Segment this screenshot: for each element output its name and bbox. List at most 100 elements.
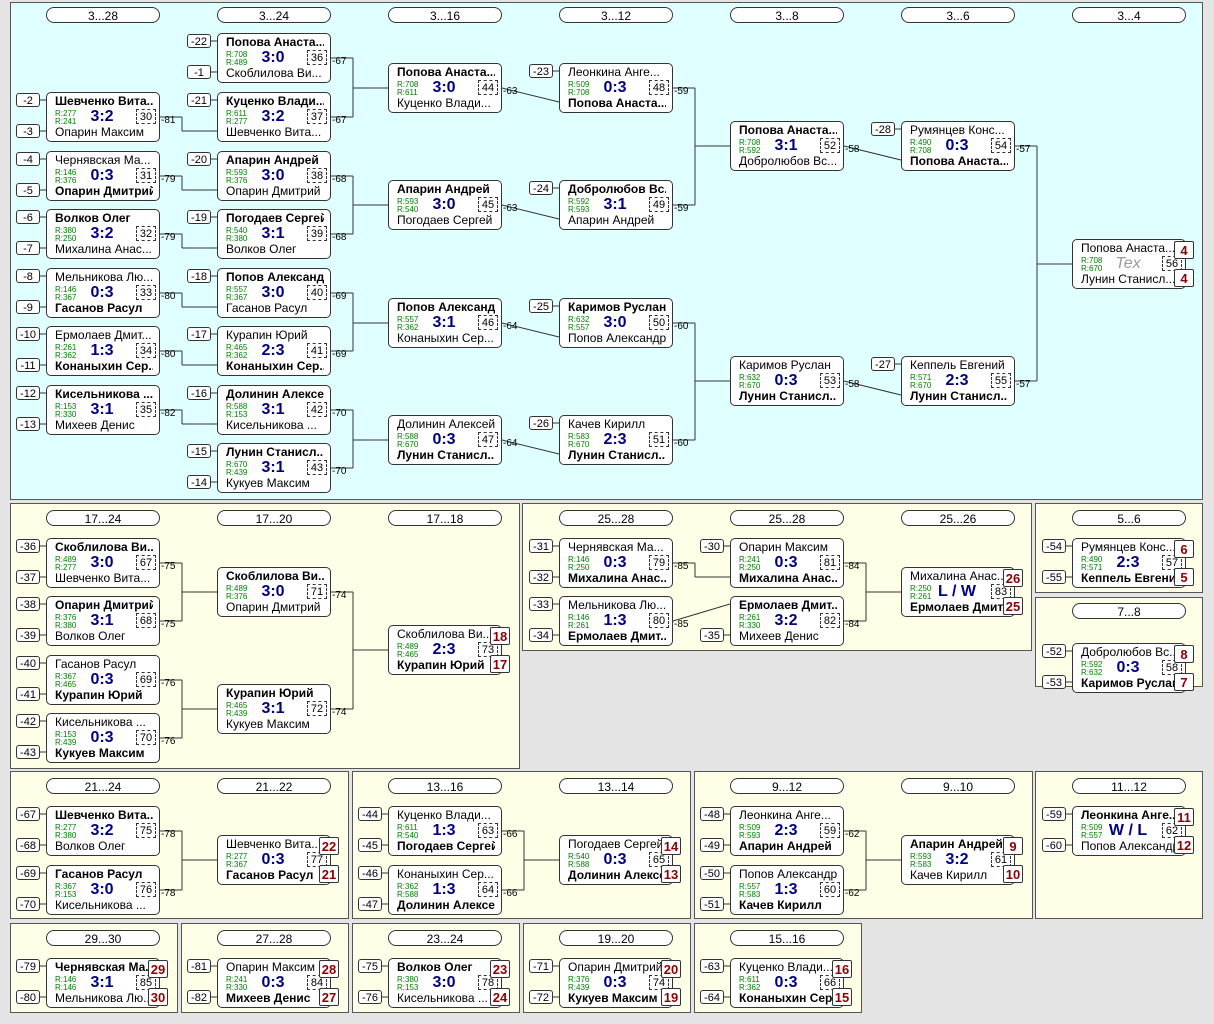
- player-top-name: Каримов Руслан: [568, 301, 666, 314]
- round-header: 15...16: [730, 930, 844, 946]
- match-card[interactable]: Румянцев Конс... R:490 R:571 Кеппель Евгени…: [1072, 538, 1186, 588]
- player-bottom-name: Каримов Руслан: [1081, 677, 1179, 690]
- match-card[interactable]: Чернявская Ма... R:146 R:146 Мельникова Лю.…: [46, 958, 160, 1008]
- player-bottom-name: Погодаев Сергей: [397, 214, 493, 227]
- match-card[interactable]: Куценко Влади... R:611 R:540 Погодаев Серге…: [388, 806, 502, 856]
- player-bottom-name: Волков Олег: [55, 630, 126, 643]
- match-card[interactable]: Скоблилова Ви... R:489 R:277 Шевченко Вита.…: [46, 538, 160, 588]
- player-bottom-name: Мельникова Лю...: [55, 992, 153, 1005]
- match-card[interactable]: Попова Анаста... R:708 R:611 Куценко Влади.…: [388, 63, 502, 113]
- player-bottom-name: Гасанов Расул: [55, 302, 143, 315]
- player-top-name: Куценко Влади...: [226, 95, 324, 108]
- loser-destination: -80: [161, 291, 176, 302]
- match-card[interactable]: Попова Анаста... R:708 R:592 Добролюбов Вс.…: [730, 121, 844, 171]
- match-card[interactable]: Качев Кирилл R:583 R:670 Лунин Станисл... 2:…: [559, 415, 673, 465]
- player-bottom-rating: R:330: [739, 621, 761, 630]
- match-card[interactable]: Опарин Максим R:241 R:250 Михалина Анас... 0…: [730, 538, 844, 588]
- match-score: 0:3: [774, 554, 798, 571]
- loser-destination: -63: [503, 86, 518, 97]
- match-card[interactable]: Гасанов Расул R:367 R:153 Кисельникова ... 3…: [46, 865, 160, 915]
- match-card[interactable]: Курапин Юрий R:465 R:362 Конаныхин Сер... 2:…: [217, 326, 331, 376]
- loser-destination: -58: [845, 379, 860, 390]
- match-card[interactable]: Попов Александр R:557 R:367 Гасанов Расул 3:…: [217, 268, 331, 318]
- place-badge: 25: [1003, 597, 1023, 615]
- match-card[interactable]: Кисельникова ... R:153 R:439 Кукуев Максим 0…: [46, 713, 160, 763]
- match-card[interactable]: Куценко Влади... R:611 R:362 Конаныхин Сер.…: [730, 958, 844, 1008]
- match-score: 1:3: [603, 612, 627, 629]
- match-card[interactable]: Попова Анаста... R:708 R:670 Лунин Станисл.…: [1072, 239, 1186, 289]
- player-bottom-name: Ермолаев Дмит...: [910, 601, 1008, 614]
- match-card[interactable]: Попов Александр R:557 R:583 Качев Кирилл 1:3…: [730, 865, 844, 915]
- match-card[interactable]: Кеппель Евгений R:571 R:670 Лунин Станисл..…: [901, 356, 1015, 406]
- match-card[interactable]: Каримов Руслан R:632 R:557 Попов Александр 3…: [559, 298, 673, 348]
- match-card[interactable]: Шевченко Вита... R:277 R:367 Гасанов Расул 0…: [217, 835, 331, 885]
- seed-box: -13: [16, 417, 40, 431]
- player-bottom-rating: R:362: [397, 323, 419, 332]
- match-card[interactable]: Волков Олег R:380 R:250 Михалина Анас... 3:2…: [46, 209, 160, 259]
- match-card[interactable]: Куценко Влади... R:611 R:277 Шевченко Вита.…: [217, 92, 331, 142]
- match-card[interactable]: Лунин Станисл... R:670 R:439 Кукуев Максим 3…: [217, 443, 331, 493]
- match-card[interactable]: Долинин Алексей R:588 R:670 Лунин Станисл..…: [388, 415, 502, 465]
- match-card[interactable]: Опарин Максим R:241 R:330 Михеев Денис 0:3 84: [217, 958, 331, 1008]
- seed-box: -72: [529, 990, 553, 1004]
- player-bottom-rating: R:439: [55, 738, 77, 747]
- match-card[interactable]: Леонкина Анге... R:509 R:557 Попов Александ…: [1072, 806, 1186, 856]
- match-card[interactable]: Леонкина Анге... R:509 R:593 Апарин Андрей 2…: [730, 806, 844, 856]
- match-card[interactable]: Ермолаев Дмит... R:261 R:362 Конаныхин Сер.…: [46, 326, 160, 376]
- match-card[interactable]: Попова Анаста... R:708 R:489 Скоблилова Ви.…: [217, 33, 331, 83]
- match-card[interactable]: Долинин Алексей R:588 R:153 Кисельникова ..…: [217, 385, 331, 435]
- match-score: 3:0: [261, 284, 285, 301]
- player-top-name: Попов Александр: [226, 271, 324, 284]
- round-header: 9...10: [901, 778, 1015, 794]
- match-card[interactable]: Скоблилова Ви... R:489 R:376 Опарин Дмитрий…: [217, 567, 331, 617]
- match-card[interactable]: Гасанов Расул R:367 R:465 Курапин Юрий 0:3 69: [46, 655, 160, 705]
- match-card[interactable]: Добролюбов Вс... R:592 R:593 Апарин Андрей 3…: [559, 180, 673, 230]
- match-card[interactable]: Конаныхин Сер... R:362 R:588 Долинин Алексе…: [388, 865, 502, 915]
- player-top-name: Апарин Андрей: [226, 154, 319, 167]
- player-top-name: Кисельникова ...: [55, 716, 146, 729]
- match-card[interactable]: Скоблилова Ви... R:489 R:465 Курапин Юрий 2:…: [388, 625, 502, 675]
- match-number: 81: [820, 555, 840, 570]
- match-card[interactable]: Попов Александр R:557 R:362 Конаныхин Сер..…: [388, 298, 502, 348]
- loser-destination: -57: [1016, 144, 1031, 155]
- match-card[interactable]: Мельникова Лю... R:146 R:367 Гасанов Расул 0…: [46, 268, 160, 318]
- match-card[interactable]: Курапин Юрий R:465 R:439 Кукуев Максим 3:1 72: [217, 684, 331, 734]
- player-bottom-name: Михалина Анас...: [568, 572, 666, 585]
- place-badge: 5: [1174, 568, 1194, 586]
- match-card[interactable]: Апарин Андрей R:593 R:376 Опарин Дмитрий 3:0…: [217, 151, 331, 201]
- match-card[interactable]: Кисельникова ... R:153 R:330 Михеев Денис 3:…: [46, 385, 160, 435]
- player-top-name: Погодаев Сергей: [568, 838, 664, 851]
- player-top-name: Опарин Дмитрий: [55, 599, 153, 612]
- match-card[interactable]: Михалина Анас... R:250 R:261 Ермолаев Дмит.…: [901, 567, 1015, 617]
- match-score: 3:1: [432, 314, 456, 331]
- match-card[interactable]: Опарин Дмитрий R:376 R:439 Кукуев Максим 0:3…: [559, 958, 673, 1008]
- player-bottom-name: Михалина Анас...: [739, 572, 837, 585]
- place-badge: 27: [319, 988, 339, 1006]
- match-card[interactable]: Апарин Андрей R:593 R:540 Погодаев Сергей 3:…: [388, 180, 502, 230]
- match-card[interactable]: Волков Олег R:380 R:153 Кисельникова ... 3:0…: [388, 958, 502, 1008]
- match-card[interactable]: Каримов Руслан R:632 R:670 Лунин Станисл...…: [730, 356, 844, 406]
- match-card[interactable]: Чернявская Ма... R:146 R:376 Опарин Дмитрий…: [46, 151, 160, 201]
- place-badge: 10: [1003, 865, 1023, 883]
- match-card[interactable]: Опарин Дмитрий R:376 R:380 Волков Олег 3:1 68: [46, 596, 160, 646]
- match-card[interactable]: Мельникова Лю... R:146 R:261 Ермолаев Дмит.…: [559, 596, 673, 646]
- match-card[interactable]: Погодаев Сергей R:540 R:380 Волков Олег 3:1 3…: [217, 209, 331, 259]
- match-card[interactable]: Апарин Андрей R:593 R:583 Качев Кирилл 3:2 61: [901, 835, 1015, 885]
- seed-box: -46: [358, 866, 382, 880]
- match-card[interactable]: Шевченко Вита... R:277 R:241 Опарин Максим 3…: [46, 92, 160, 142]
- seed-box: -14: [187, 475, 211, 489]
- player-bottom-name: Кукуев Максим: [55, 747, 145, 760]
- match-card[interactable]: Шевченко Вита... R:277 R:380 Волков Олег 3:2…: [46, 806, 160, 856]
- place-badge: 11: [1174, 808, 1194, 826]
- player-bottom-name: Конаныхин Сер...: [55, 360, 153, 373]
- player-top-name: Конаныхин Сер...: [397, 868, 494, 881]
- match-card[interactable]: Ермолаев Дмит... R:261 R:330 Михеев Денис 3:…: [730, 596, 844, 646]
- match-card[interactable]: Добролюбов Вс... R:592 R:632 Каримов Руслан…: [1072, 643, 1186, 693]
- match-card[interactable]: Погодаев Сергей R:540 R:588 Долинин Алексей…: [559, 835, 673, 885]
- match-card[interactable]: Румянцев Конс... R:490 R:708 Попова Анаста.…: [901, 121, 1015, 171]
- player-bottom-rating: R:367: [226, 293, 248, 302]
- player-bottom-name: Кисельникова ...: [226, 419, 317, 432]
- match-card[interactable]: Леонкина Анге... R:509 R:708 Попова Анаста.…: [559, 63, 673, 113]
- match-number: 34: [136, 343, 156, 358]
- match-card[interactable]: Чернявская Ма... R:146 R:250 Михалина Анас.…: [559, 538, 673, 588]
